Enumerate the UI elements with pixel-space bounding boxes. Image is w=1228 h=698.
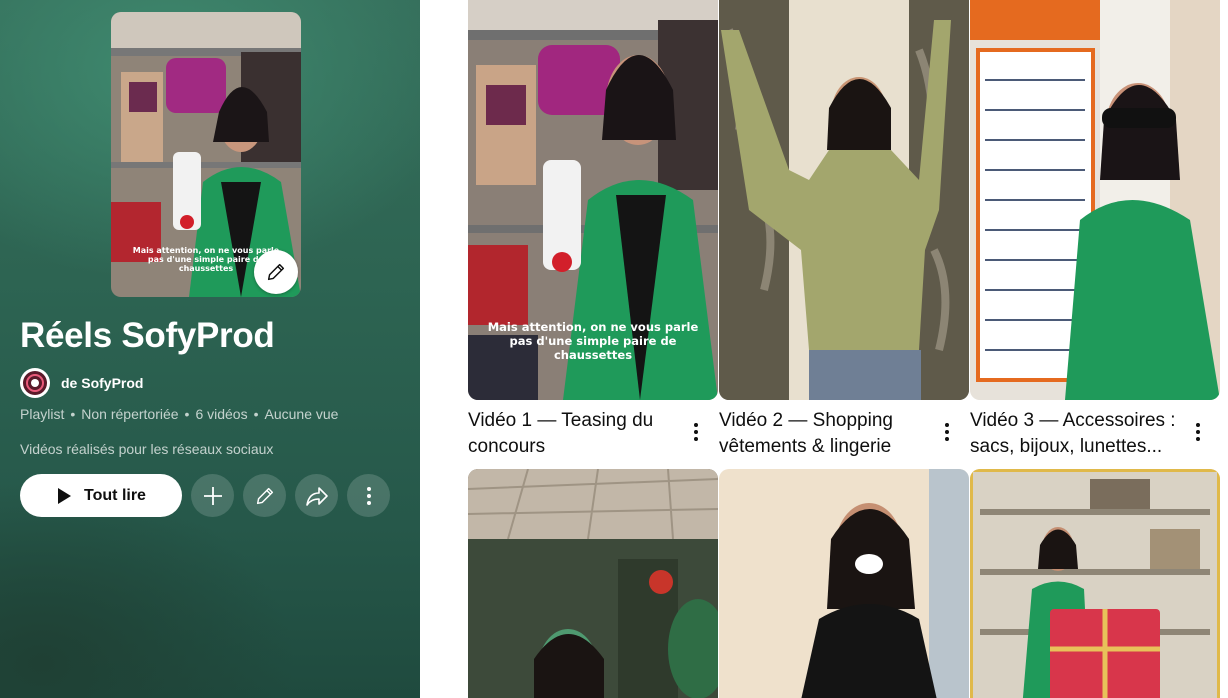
video-thumbnail-5[interactable] — [719, 469, 969, 698]
playlist-description[interactable]: Vidéos réalisés pour les réseaux sociaux — [20, 441, 273, 457]
owner-channel-link[interactable]: de SofyProd — [61, 375, 143, 391]
playlist-type: Playlist — [20, 406, 65, 422]
more-vert-icon — [366, 486, 371, 505]
visibility-status[interactable]: Non répertoriée — [81, 406, 178, 422]
video-thumbnail-1[interactable]: Mais attention, on ne vous parle pas d'u… — [468, 0, 718, 400]
playlist-header-panel: Mais attention, on ne vous parle pas d'u… — [0, 0, 420, 698]
share-button[interactable] — [295, 474, 338, 517]
cover-caption-line-3: chaussettes — [179, 264, 234, 273]
video-1-menu-button[interactable] — [686, 420, 706, 444]
playlist-video-grid: Mais attention, on ne vous parle pas d'u… — [468, 0, 1228, 698]
more-vert-icon — [694, 423, 698, 441]
pencil-icon — [267, 263, 285, 281]
video-thumbnail-3[interactable] — [970, 0, 1220, 400]
add-to-playlist-button[interactable] — [191, 474, 234, 517]
edit-cover-button[interactable] — [254, 250, 298, 294]
playlist-actions: Tout lire — [20, 474, 390, 517]
playlist-title: Réels SofyProd — [20, 316, 275, 355]
video-title-3[interactable]: Vidéo 3 — Accessoires : sacs, bijoux, lu… — [970, 408, 1185, 460]
playlist-owner: de SofyProd — [20, 368, 143, 398]
video-thumbnail-2[interactable] — [719, 0, 969, 400]
channel-logo-icon — [23, 371, 47, 395]
channel-avatar[interactable] — [20, 368, 50, 398]
video-1-caption-line-2: pas d'une simple paire de — [510, 334, 677, 348]
more-options-button[interactable] — [347, 474, 390, 517]
play-all-label: Tout lire — [84, 486, 146, 504]
video-thumbnail-4[interactable] — [468, 469, 718, 698]
cover-caption-line-1: Mais attention, on ne vous parle — [133, 246, 280, 255]
more-vert-icon — [945, 423, 949, 441]
video-thumbnail-6[interactable] — [970, 469, 1220, 698]
share-icon — [305, 486, 328, 506]
plus-icon — [203, 486, 222, 505]
cover-caption-line-2: pas d'une simple paire de — [148, 255, 265, 264]
video-1-caption-line-3: chaussettes — [554, 348, 632, 362]
video-title-2[interactable]: Vidéo 2 — Shopping vêtements & lingerie — [719, 408, 934, 460]
play-icon — [58, 487, 72, 504]
video-2-menu-button[interactable] — [937, 420, 957, 444]
view-count: Aucune vue — [264, 406, 339, 422]
pencil-icon — [256, 487, 273, 504]
video-title-1[interactable]: Vidéo 1 — Teasing du concours — [468, 408, 683, 460]
video-1-caption-line-1: Mais attention, on ne vous parle — [488, 320, 699, 334]
playlist-meta: Playlist • Non répertoriée • 6 vidéos • Aucune… — [20, 406, 339, 422]
video-count: 6 vidéos — [195, 406, 248, 422]
play-all-button[interactable]: Tout lire — [20, 474, 182, 517]
more-vert-icon — [1196, 423, 1200, 441]
edit-playlist-button[interactable] — [243, 474, 286, 517]
video-3-menu-button[interactable] — [1188, 420, 1208, 444]
